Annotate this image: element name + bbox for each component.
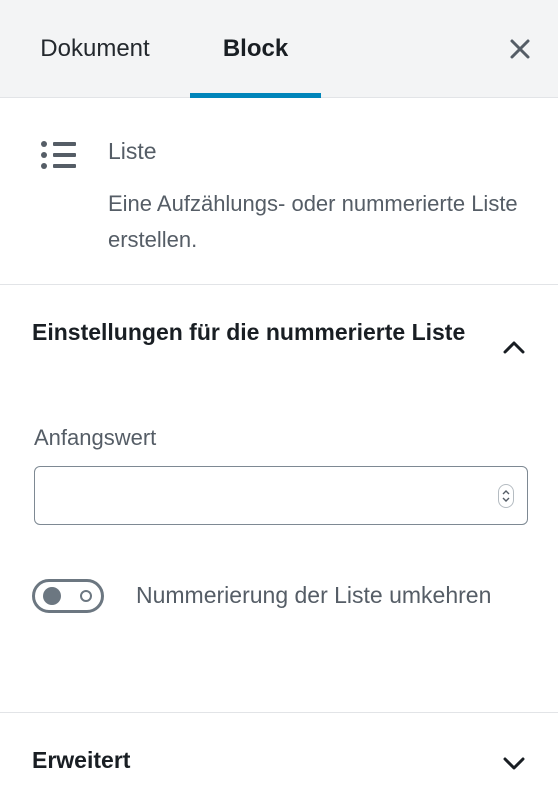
reverse-order-toggle[interactable] bbox=[32, 579, 104, 613]
tab-block[interactable]: Block bbox=[190, 0, 321, 98]
tab-dokument[interactable]: Dokument bbox=[0, 0, 190, 98]
start-value-input[interactable] bbox=[34, 466, 528, 525]
close-icon bbox=[510, 39, 530, 59]
close-button[interactable] bbox=[504, 33, 536, 65]
reverse-order-label: Nummerierung der Liste umkehren bbox=[136, 582, 492, 608]
start-value-label: Anfangswert bbox=[34, 425, 157, 450]
numbered-list-panel-title[interactable]: Einstellungen für die nummerierte Liste bbox=[32, 315, 482, 350]
number-spinner[interactable] bbox=[498, 484, 514, 508]
advanced-panel-title[interactable]: Erweitert bbox=[32, 747, 130, 774]
chevron-down-icon[interactable] bbox=[500, 753, 528, 773]
block-card: Liste Eine Aufzählungs- oder nummerierte… bbox=[0, 98, 558, 285]
chevron-up-icon[interactable] bbox=[500, 337, 528, 357]
tab-dokument-label: Dokument bbox=[40, 35, 150, 62]
spinner-arrows-icon bbox=[502, 490, 510, 502]
block-title: Liste bbox=[108, 138, 157, 164]
sidebar-tabs: Dokument Block bbox=[0, 0, 558, 98]
tab-block-label: Block bbox=[222, 35, 289, 62]
numbered-list-settings-panel: Einstellungen für die nummerierte Liste … bbox=[0, 285, 558, 713]
advanced-panel: Erweitert bbox=[0, 713, 558, 804]
toggle-knob bbox=[43, 587, 61, 605]
toggle-off-indicator-icon bbox=[80, 590, 92, 602]
list-icon bbox=[41, 141, 76, 169]
block-description: Eine Aufzählungs- oder nummerierte Liste… bbox=[108, 191, 518, 252]
